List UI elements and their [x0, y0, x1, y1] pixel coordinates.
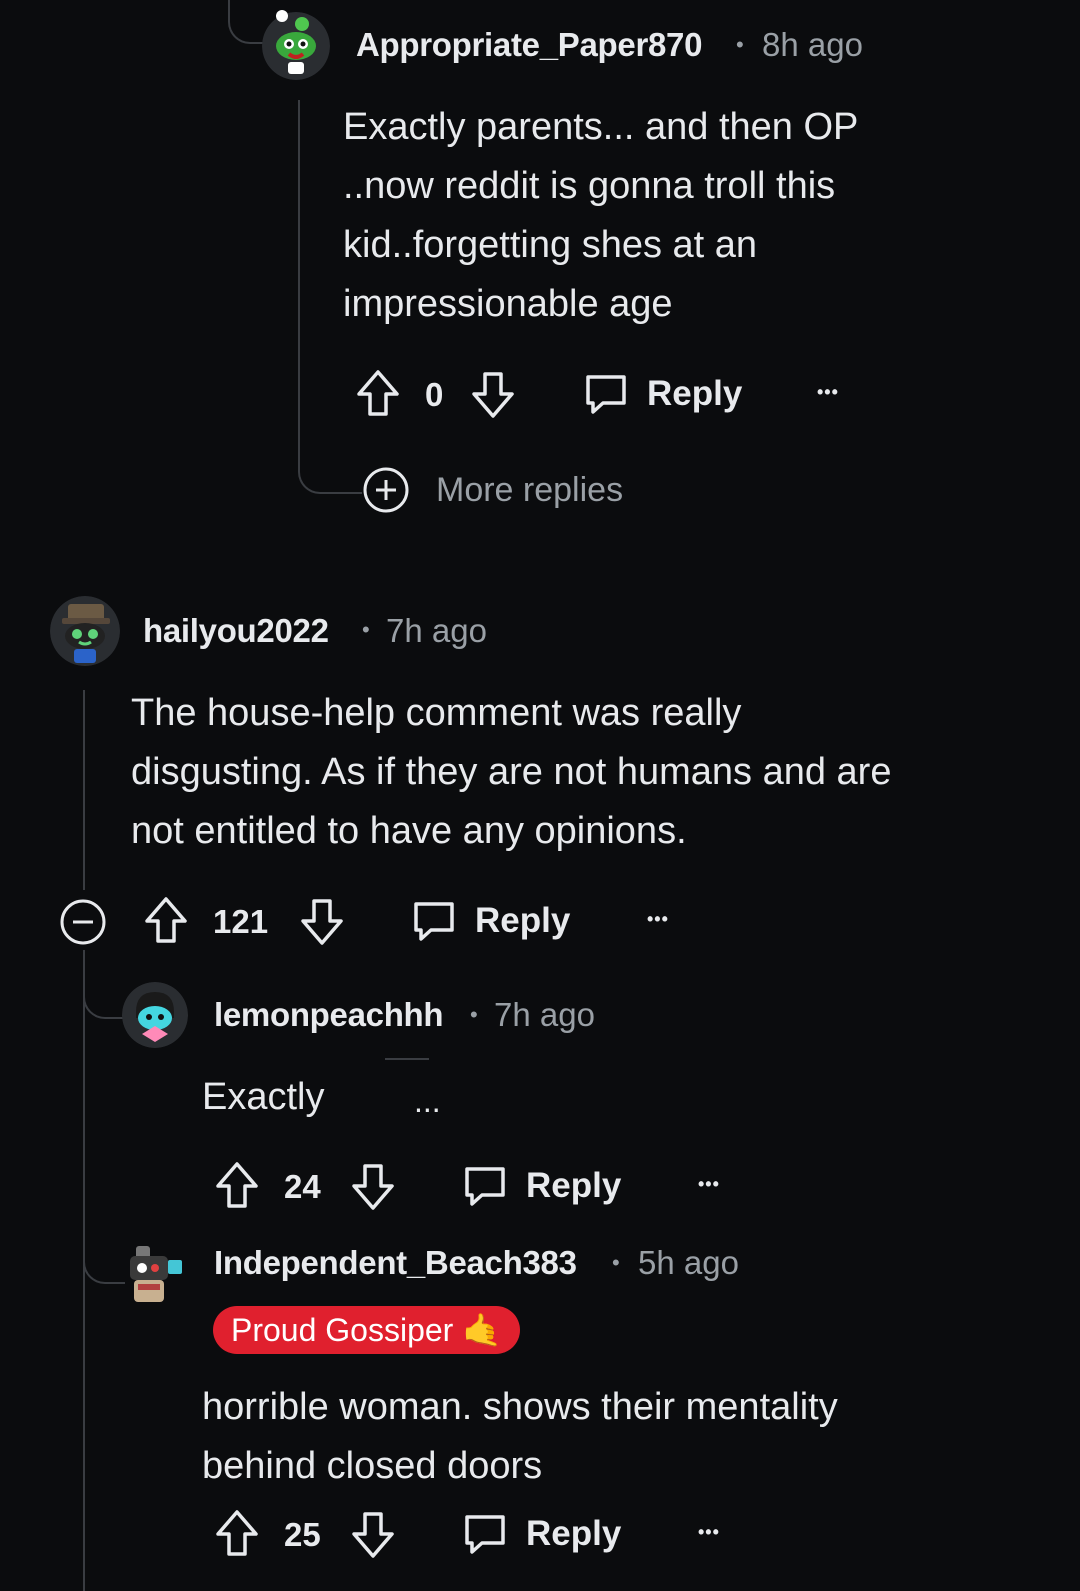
avatar-badge-dot: [276, 10, 288, 22]
vote-count: 24: [284, 1168, 321, 1205]
upvote-arrow-icon[interactable]: [214, 1160, 260, 1210]
comment-body-line: not entitled to have any opinions.: [131, 810, 687, 852]
reply-speech-bubble-icon[interactable]: [462, 1512, 508, 1556]
comment-actions: 0 Reply •••: [355, 368, 875, 418]
downvote-arrow-icon[interactable]: [350, 1162, 396, 1212]
comment-username[interactable]: lemonpeachhh: [214, 996, 444, 1034]
comment-body-line: horrible woman. shows their mentality: [202, 1386, 838, 1428]
downvote-arrow-icon[interactable]: [350, 1510, 396, 1560]
divider: [385, 1058, 429, 1060]
comment-username[interactable]: Independent_Beach383: [214, 1244, 577, 1282]
upvote-arrow-icon[interactable]: [355, 368, 401, 418]
comment-body: Exactly: [202, 1076, 325, 1118]
comment-timestamp: 7h ago: [386, 612, 487, 649]
downvote-arrow-icon[interactable]: [299, 897, 345, 947]
user-flair-badge: Proud Gossiper 🤙: [213, 1306, 521, 1354]
thread-connector: [83, 975, 125, 1019]
meta-separator: •: [736, 32, 744, 57]
comment-body-ellipsis: ...: [414, 1083, 441, 1119]
cyan-snoo-avatar-icon[interactable]: [122, 982, 188, 1048]
comment-timestamp: 5h ago: [638, 1244, 739, 1281]
hat-robot-snoo-avatar-icon[interactable]: [50, 596, 120, 666]
comment-body-line: behind closed doors: [202, 1445, 543, 1487]
comment-body-line: kid..forgetting shes at an: [343, 224, 758, 266]
comment-timestamp: 8h ago: [762, 26, 863, 63]
more-options-button[interactable]: •••: [698, 1522, 720, 1543]
comment-actions: 25 Reply •••: [214, 1508, 734, 1558]
comment-body: Exactly parents... and then OP ..now red…: [343, 98, 858, 334]
reply-speech-bubble-icon[interactable]: [583, 372, 629, 416]
more-options-button[interactable]: •••: [698, 1174, 720, 1195]
expand-plus-icon[interactable]: [362, 466, 410, 514]
comment-actions: 24 Reply •••: [214, 1160, 734, 1210]
comment-username[interactable]: hailyou2022: [143, 612, 329, 650]
reply-speech-bubble-icon[interactable]: [411, 899, 457, 943]
thread-line: [83, 690, 85, 890]
comment-body-line: Exactly parents... and then OP: [343, 106, 859, 148]
vote-count: 121: [213, 903, 269, 940]
more-options-button[interactable]: •••: [647, 909, 669, 930]
meta-separator: •: [612, 1250, 620, 1275]
green-snoo-avatar-icon[interactable]: [262, 12, 330, 80]
thread-connector: [228, 0, 264, 44]
upvote-arrow-icon[interactable]: [143, 895, 189, 945]
more-options-button[interactable]: •••: [817, 382, 839, 403]
more-replies-link[interactable]: More replies: [436, 471, 623, 510]
meta-separator: •: [470, 1002, 478, 1027]
comment-body-line: ..now reddit is gonna troll this: [343, 165, 836, 207]
reply-button[interactable]: Reply: [647, 374, 742, 414]
camera-snoo-avatar-icon[interactable]: [122, 1242, 188, 1308]
reply-button[interactable]: Reply: [526, 1166, 621, 1206]
comment-actions: 121 Reply •••: [143, 895, 703, 945]
vote-count: 0: [425, 376, 444, 413]
comment-username[interactable]: Appropriate_Paper870: [356, 26, 702, 64]
reply-speech-bubble-icon[interactable]: [462, 1164, 508, 1208]
reply-button[interactable]: Reply: [526, 1514, 621, 1554]
comment-body-line: disgusting. As if they are not humans an…: [131, 751, 892, 793]
collapse-minus-icon[interactable]: [59, 898, 107, 946]
meta-separator: •: [362, 617, 370, 642]
vote-count: 25: [284, 1516, 321, 1553]
comment-body: The house-help comment was really disgus…: [131, 684, 891, 861]
downvote-arrow-icon[interactable]: [470, 370, 516, 420]
upvote-arrow-icon[interactable]: [214, 1508, 260, 1558]
comment-body: horrible woman. shows their mentality be…: [202, 1378, 838, 1496]
comment-body-line: The house-help comment was really: [131, 692, 742, 734]
reply-button[interactable]: Reply: [475, 901, 570, 941]
comment-body-line: impressionable age: [343, 283, 673, 325]
comment-timestamp: 7h ago: [494, 996, 595, 1033]
thread-connector: [83, 1240, 125, 1284]
